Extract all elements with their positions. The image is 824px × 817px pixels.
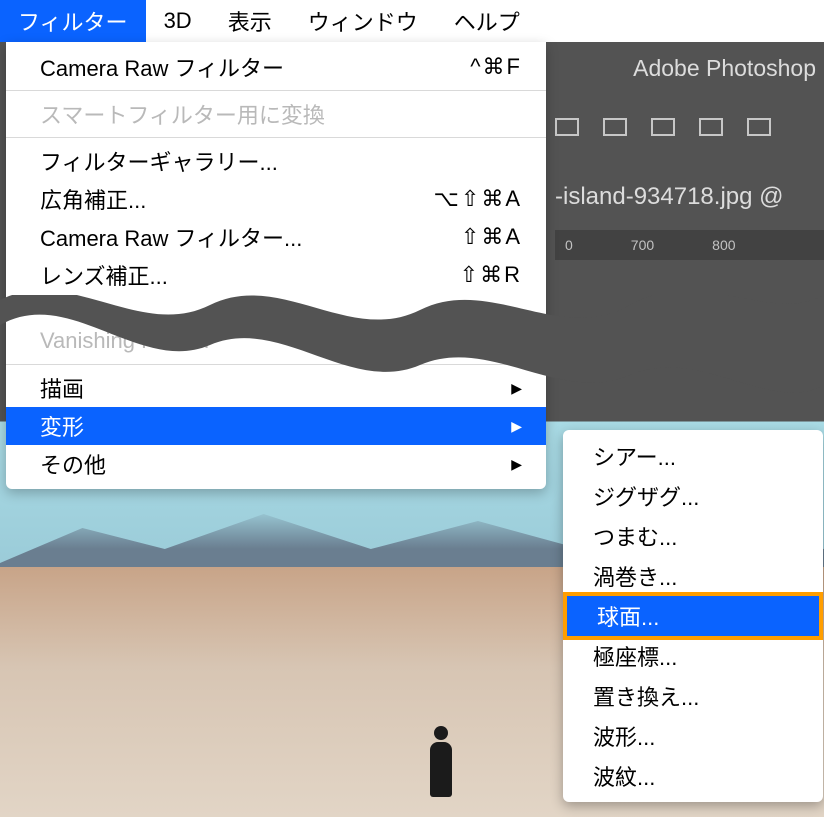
submenu-item-polar[interactable]: 極座標... <box>563 636 823 676</box>
document-tab[interactable]: -island-934718.jpg @ <box>555 183 784 211</box>
filter-dropdown: Camera Raw フィルター ^⌘F スマートフィルター用に変換 フィルター… <box>6 42 546 489</box>
submenu-arrow-icon: ▶ <box>511 418 522 435</box>
menu-label: Camera Raw フィルター <box>40 51 284 83</box>
menu-item-smart-convert: スマートフィルター用に変換 <box>6 95 546 133</box>
separator <box>6 90 546 91</box>
submenu-item-displace[interactable]: 置き換え... <box>563 676 823 716</box>
submenu-item-ripple[interactable]: 波紋... <box>563 756 823 796</box>
app-title: Adobe Photoshop <box>633 55 816 82</box>
submenu-item-spherize[interactable]: 球面... <box>567 596 819 636</box>
menu-view[interactable]: 表示 <box>210 0 290 42</box>
shortcut: ⌥⇧⌘A <box>434 186 522 212</box>
menu-item-wide-angle[interactable]: 広角補正... ⌥⇧⌘A <box>6 180 546 218</box>
shortcut: ⇧⌘A <box>461 224 522 250</box>
hidden-rows <box>6 294 546 322</box>
ruler-tick: 700 <box>631 237 654 253</box>
menu-item-vanishing-point[interactable]: Vanishing Point... <box>6 322 546 360</box>
menu-item-render[interactable]: 描画 ▶ <box>6 369 546 407</box>
submenu-item-pinch[interactable]: つまむ... <box>563 516 823 556</box>
submenu-item-zigzag[interactable]: ジグザグ... <box>563 476 823 516</box>
align-toolbar <box>555 118 771 136</box>
align-icon[interactable] <box>747 118 771 136</box>
menu-item-filter-gallery[interactable]: フィルターギャラリー... <box>6 142 546 180</box>
menu-label: レンズ補正... <box>40 259 168 291</box>
menu-item-distort[interactable]: 変形 ▶ <box>6 407 546 445</box>
menu-label: 描画 <box>40 372 84 404</box>
submenu-item-shear[interactable]: シアー... <box>563 436 823 476</box>
menu-item-lens-correction[interactable]: レンズ補正... ⇧⌘R <box>6 256 546 294</box>
align-icon[interactable] <box>555 118 579 136</box>
menu-label: フィルターギャラリー... <box>40 145 278 177</box>
menu-label: 広角補正... <box>40 183 146 215</box>
align-icon[interactable] <box>603 118 627 136</box>
menu-item-camera-raw-recent[interactable]: Camera Raw フィルター ^⌘F <box>6 48 546 86</box>
separator <box>6 137 546 138</box>
submenu-arrow-icon: ▶ <box>511 456 522 473</box>
menu-label: 変形 <box>40 410 84 442</box>
shortcut: ⇧⌘R <box>460 262 522 288</box>
menu-item-other[interactable]: その他 ▶ <box>6 445 546 483</box>
menu-label: Vanishing Point... <box>40 328 210 354</box>
separator <box>6 364 546 365</box>
ruler-tick: 800 <box>712 237 735 253</box>
align-icon[interactable] <box>651 118 675 136</box>
menu-item-camera-raw[interactable]: Camera Raw フィルター... ⇧⌘A <box>6 218 546 256</box>
menu-window[interactable]: ウィンドウ <box>290 0 436 42</box>
menu-3d[interactable]: 3D <box>146 0 210 42</box>
menu-label: Camera Raw フィルター... <box>40 221 302 253</box>
submenu-item-wave[interactable]: 波形... <box>563 716 823 756</box>
menu-help[interactable]: ヘルプ <box>436 0 538 42</box>
menu-label: スマートフィルター用に変換 <box>40 98 325 130</box>
submenu-item-twirl[interactable]: 渦巻き... <box>563 556 823 596</box>
menu-label: その他 <box>40 448 106 480</box>
menubar: フィルター 3D 表示 ウィンドウ ヘルプ <box>0 0 824 42</box>
submenu-arrow-icon: ▶ <box>511 380 522 397</box>
align-icon[interactable] <box>699 118 723 136</box>
highlight-annotation: 球面... <box>563 592 823 640</box>
image-person <box>430 742 452 797</box>
distort-submenu: シアー... ジグザグ... つまむ... 渦巻き... 球面... 極座標..… <box>563 430 823 802</box>
ruler-tick: 0 <box>565 237 573 253</box>
shortcut: ^⌘F <box>470 54 522 80</box>
ruler: 0 700 800 <box>555 230 824 260</box>
menu-filter[interactable]: フィルター <box>0 0 146 42</box>
